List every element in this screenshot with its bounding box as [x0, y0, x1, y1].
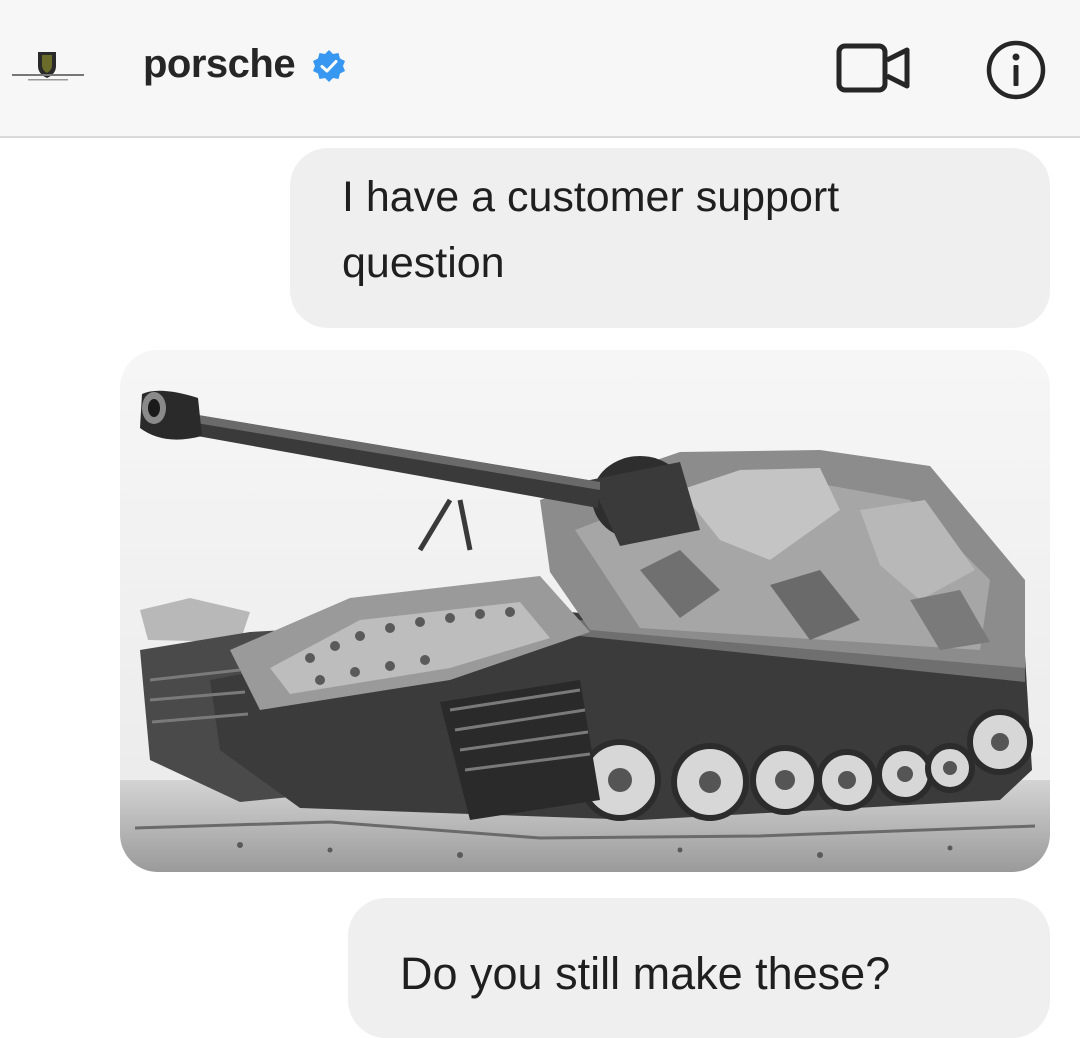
video-call-icon[interactable] [835, 38, 915, 98]
porsche-crest-avatar[interactable] [8, 40, 88, 90]
chat-username[interactable]: porsche [143, 42, 296, 87]
conversation-header: porsche [0, 0, 1080, 138]
tank-photo [120, 350, 1050, 872]
info-icon[interactable] [984, 38, 1048, 102]
message-image[interactable] [120, 350, 1050, 872]
verified-badge-icon [311, 48, 347, 84]
message-bubble: Do you still make these? [348, 898, 1050, 1038]
message-bubble: I have a customer support question [290, 148, 1050, 328]
